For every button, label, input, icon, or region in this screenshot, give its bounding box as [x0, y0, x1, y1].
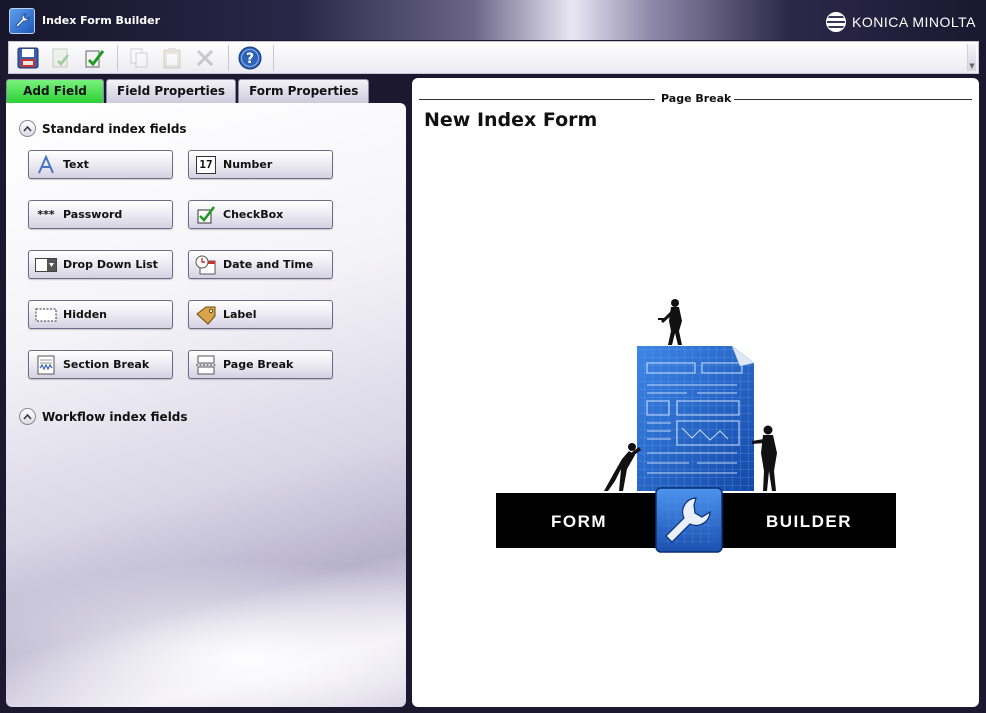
collapse-chevron-up-icon[interactable]	[19, 120, 36, 137]
page-break-line	[734, 99, 972, 100]
field-label: Number	[223, 158, 273, 171]
add-number-field-button[interactable]: 17 Number	[188, 150, 333, 179]
field-label: Drop Down List	[63, 258, 158, 271]
page-break-line	[419, 99, 655, 100]
logo-form-text: FORM	[551, 512, 607, 531]
collapse-chevron-up-icon[interactable]	[19, 408, 36, 425]
window-title: Index Form Builder	[42, 14, 161, 27]
number-icon: 17	[195, 155, 217, 175]
add-section-break-button[interactable]: Section Break	[28, 350, 173, 379]
page-break-icon	[195, 355, 217, 375]
text-icon	[35, 154, 57, 175]
form-builder-illustration: FORM BUILDER	[496, 299, 896, 553]
field-label: Label	[223, 308, 257, 321]
paste-icon[interactable]	[158, 44, 186, 72]
add-label-field-button[interactable]: Label	[188, 300, 333, 329]
wrench-logo-icon	[655, 487, 723, 553]
title-bar: Index Form Builder KONICA MINOLTA	[0, 0, 986, 40]
logo-builder-text: BUILDER	[766, 512, 852, 531]
hidden-icon	[35, 305, 57, 325]
page-break-label: Page Break	[661, 92, 732, 105]
tag-icon	[195, 305, 217, 325]
validate-icon[interactable]	[80, 44, 108, 72]
number-icon-glyph: 17	[196, 155, 216, 174]
toolbar-overflow-scroll[interactable]: ▼	[967, 44, 976, 71]
brand-name: KONICA MINOLTA	[852, 14, 976, 30]
tab-field-properties[interactable]: Field Properties	[106, 79, 237, 103]
add-page-break-button[interactable]: Page Break	[188, 350, 333, 379]
toolbar-separator	[273, 44, 274, 71]
add-hidden-field-button[interactable]: Hidden	[28, 300, 173, 329]
form-title[interactable]: New Index Form	[424, 109, 597, 131]
field-label: Password	[63, 208, 123, 221]
workflow-fields-header[interactable]: Workflow index fields	[19, 408, 188, 425]
add-dropdown-field-button[interactable]: Drop Down List	[28, 250, 173, 279]
panel-tabs: Add Field Field Properties Form Properti…	[6, 79, 371, 103]
brand: KONICA MINOLTA	[826, 12, 976, 32]
add-date-time-field-button[interactable]: Date and Time	[188, 250, 333, 279]
form-canvas[interactable]: Page Break New Index Form FORM BUILDER	[412, 78, 979, 707]
field-label: Hidden	[63, 308, 108, 321]
calendar-icon	[195, 255, 217, 275]
add-text-field-button[interactable]: Text	[28, 150, 173, 179]
workflow-fields-label: Workflow index fields	[42, 409, 188, 424]
field-label: Page Break	[223, 358, 294, 371]
save-as-icon[interactable]	[47, 44, 75, 72]
help-icon[interactable]: ?	[236, 44, 264, 72]
standard-fields-header[interactable]: Standard index fields	[19, 120, 187, 137]
password-icon: ***	[37, 208, 55, 221]
toolbar-separator	[228, 44, 229, 71]
svg-text:?: ?	[246, 51, 254, 67]
konica-minolta-logo-icon	[826, 12, 847, 32]
section-break-icon	[35, 355, 57, 375]
field-label: Section Break	[63, 358, 150, 371]
wrench-app-icon	[9, 8, 35, 34]
standard-fields-label: Standard index fields	[42, 121, 187, 136]
toolbar-separator	[117, 44, 118, 71]
add-checkbox-field-button[interactable]: CheckBox	[188, 200, 333, 229]
save-icon[interactable]	[14, 44, 42, 72]
field-label: Text	[63, 158, 89, 171]
checkbox-icon	[195, 205, 217, 225]
blueprint-sheet	[637, 345, 755, 491]
dropdown-icon	[35, 255, 57, 275]
tab-add-field[interactable]: Add Field	[6, 79, 104, 103]
add-password-field-button[interactable]: *** Password	[28, 200, 173, 229]
field-label: Date and Time	[223, 258, 314, 271]
copy-icon[interactable]	[125, 44, 153, 72]
add-field-panel: Standard index fields Text 17 Number ***…	[6, 103, 406, 707]
delete-icon[interactable]	[191, 44, 219, 72]
field-label: CheckBox	[223, 208, 284, 221]
tab-form-properties[interactable]: Form Properties	[238, 79, 370, 103]
toolbar: ? ▼	[8, 41, 979, 74]
